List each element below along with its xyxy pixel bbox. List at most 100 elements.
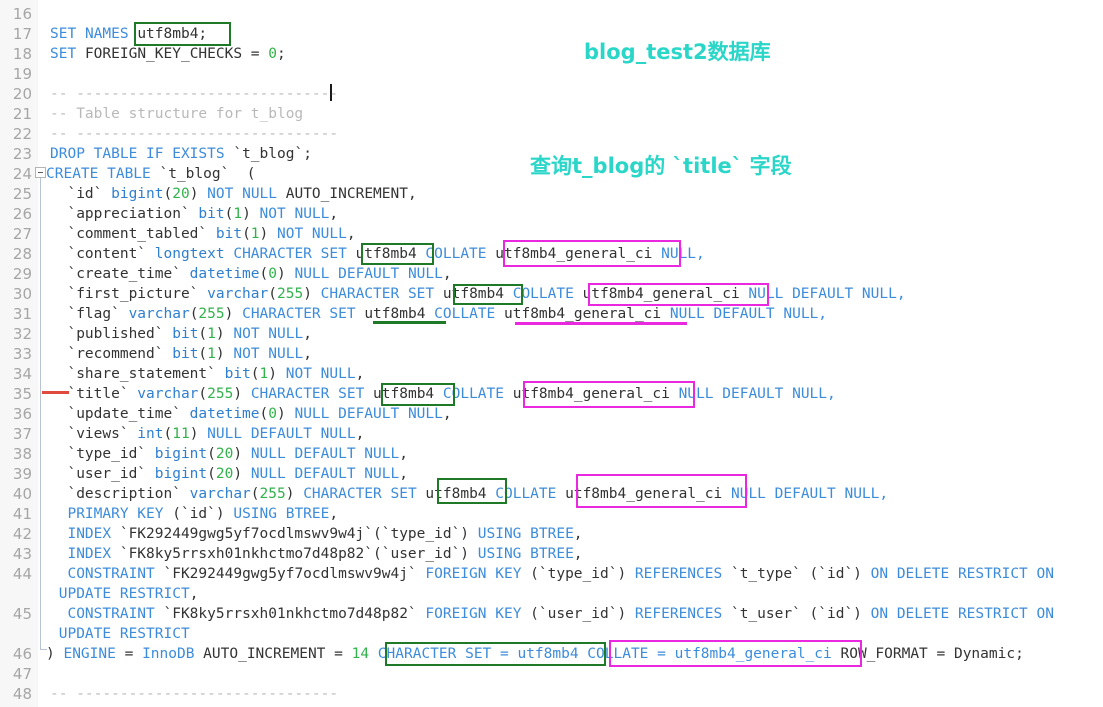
sql-editor[interactable]: 16 17 18 19 20 21 22 23 24 25 26 27 28 2… bbox=[0, 0, 1103, 707]
code-line-33[interactable]: `recommend` bit(1) NOT NULL, bbox=[50, 344, 312, 364]
line-number: 40 bbox=[12, 485, 32, 503]
sql-keyword: REFERENCES bbox=[634, 606, 723, 622]
sql-keyword: USING BTREE bbox=[477, 546, 574, 562]
code-line-37[interactable]: `views` int(11) NULL DEFAULT NULL, bbox=[50, 424, 364, 444]
column-type: longtext bbox=[146, 246, 225, 262]
sql-keyword: COLLATE bbox=[434, 386, 513, 402]
sql-keyword: ON DELETE RESTRICT ON bbox=[870, 566, 1054, 582]
code-line-44-wrap[interactable]: UPDATE RESTRICT, bbox=[50, 584, 199, 604]
charset-value: utf8mb4; bbox=[137, 26, 208, 42]
sql-keyword: USING BTREE bbox=[233, 506, 330, 522]
code-line-36[interactable]: `update_time` datetime(0) NULL DEFAULT N… bbox=[50, 404, 451, 424]
code-text: , bbox=[442, 266, 452, 282]
code-line-38[interactable]: `type_id` bigint(20) NULL DEFAULT NULL, bbox=[50, 444, 408, 464]
code-text: , bbox=[399, 446, 408, 462]
code-text: , bbox=[355, 366, 365, 382]
code-line-26[interactable]: `appreciation` bit(1) NOT NULL, bbox=[50, 204, 338, 224]
code-line-48[interactable]: -- ------------------------------ bbox=[50, 684, 338, 704]
punctuation: ( bbox=[242, 226, 251, 242]
column-type: bit bbox=[207, 226, 243, 242]
code-line-32[interactable]: `published` bit(1) NOT NULL, bbox=[50, 324, 311, 344]
punctuation: ( bbox=[207, 446, 216, 462]
numeric-literal: 20 bbox=[172, 186, 190, 202]
code-line-34[interactable]: `share_statement` bit(1) NOT NULL, bbox=[50, 364, 364, 384]
numeric-literal: 0 bbox=[268, 46, 278, 62]
column-type: bigint bbox=[146, 466, 208, 482]
sql-keyword: COLLATE bbox=[416, 246, 496, 262]
code-line-24[interactable]: CREATE TABLE `t_blog` ( bbox=[46, 164, 256, 184]
code-text: AUTO_INCREMENT, bbox=[277, 186, 417, 202]
code-line-31[interactable]: `flag` varchar(255) CHARACTER SET utf8mb… bbox=[50, 304, 827, 324]
code-text: , bbox=[303, 346, 312, 362]
line-number: 39 bbox=[12, 465, 32, 483]
code-line-17[interactable]: SET NAMES utf8mb4; bbox=[50, 24, 207, 44]
sql-keyword: NULL DEFAULT NULL, bbox=[739, 286, 906, 302]
sql-keyword: NULL DEFAULT NULL bbox=[294, 266, 443, 282]
code-line-29[interactable]: `create_time` datetime(0) NULL DEFAULT N… bbox=[50, 264, 452, 284]
collation-value: utf8mb4_general_ci bbox=[582, 286, 740, 302]
punctuation: ) bbox=[189, 426, 208, 442]
numeric-literal: 20 bbox=[215, 446, 234, 462]
sql-keyword: CHARACTER SET bbox=[320, 286, 443, 302]
numeric-literal: 1 bbox=[233, 206, 243, 222]
code-line-35[interactable]: `title` varchar(255) CHARACTER SET utf8m… bbox=[50, 384, 836, 404]
column-identifier: `create_time` bbox=[50, 266, 181, 282]
sql-keyword: NULL DEFAULT NULL bbox=[250, 466, 400, 482]
line-number: 29 bbox=[12, 265, 32, 283]
line-number: 36 bbox=[12, 405, 32, 423]
code-fold-guide bbox=[40, 178, 41, 650]
punctuation: ) bbox=[215, 326, 234, 342]
code-text: , bbox=[346, 226, 356, 242]
sql-keyword: DROP TABLE IF EXISTS bbox=[50, 146, 225, 162]
code-line-42[interactable]: INDEX `FK292449gwg5yf7ocdlmswv9w4j`(`typ… bbox=[50, 524, 582, 544]
charset-value: utf8mb4 bbox=[364, 306, 426, 322]
code-line-25[interactable]: `id` bigint(20) NOT NULL AUTO_INCREMENT, bbox=[50, 184, 417, 204]
sql-keyword: INDEX bbox=[50, 546, 112, 562]
punctuation: ( bbox=[268, 286, 277, 302]
punctuation: ) bbox=[285, 486, 304, 502]
code-line-21[interactable]: -- Table structure for t_blog bbox=[50, 104, 303, 124]
sql-keyword: NOT NULL bbox=[207, 186, 278, 202]
code-line-43[interactable]: INDEX `FK8ky5rrsxh01nkhctmo7d48p82`(`use… bbox=[50, 544, 582, 564]
sql-keyword: PRIMARY KEY bbox=[50, 506, 164, 522]
line-number: 46 bbox=[12, 645, 32, 663]
punctuation: ) bbox=[277, 406, 295, 422]
code-line-46[interactable]: ) ENGINE = InnoDB AUTO_INCREMENT = 14 CH… bbox=[46, 644, 1024, 664]
sql-keyword: NULL DEFAULT NULL, bbox=[669, 386, 836, 402]
code-fold-toggle-icon[interactable] bbox=[35, 167, 46, 178]
sql-keyword: NOT NULL bbox=[233, 326, 304, 342]
column-identifier: `update_time` bbox=[50, 406, 181, 422]
code-line-39[interactable]: `user_id` bigint(20) NULL DEFAULT NULL, bbox=[50, 464, 408, 484]
line-number: 44 bbox=[12, 565, 32, 583]
code-line-45-wrap[interactable]: UPDATE RESTRICT bbox=[50, 624, 190, 644]
code-line-23[interactable]: DROP TABLE IF EXISTS `t_blog`; bbox=[50, 144, 312, 164]
code-line-44[interactable]: CONSTRAINT `FK292449gwg5yf7ocdlmswv9w4j`… bbox=[50, 564, 1054, 584]
line-number: 30 bbox=[12, 285, 32, 303]
code-line-41[interactable]: PRIMARY KEY (`id`) USING BTREE, bbox=[50, 504, 338, 524]
numeric-literal: 0 bbox=[268, 406, 277, 422]
sql-keyword: SET bbox=[50, 26, 77, 42]
code-line-45[interactable]: CONSTRAINT `FK8ky5rrsxh01nkhctmo7d48p82`… bbox=[50, 604, 1054, 624]
sql-keyword: SET bbox=[50, 46, 77, 62]
line-number: 19 bbox=[12, 65, 32, 83]
code-line-30[interactable]: `first_picture` varchar(255) CHARACTER S… bbox=[50, 284, 906, 304]
sql-keyword: CREATE TABLE bbox=[46, 166, 151, 182]
column-type: varchar bbox=[180, 486, 251, 502]
code-line-20[interactable]: -- ------------------------------ bbox=[50, 84, 338, 104]
code-line-28[interactable]: `content` longtext CHARACTER SET utf8mb4… bbox=[50, 244, 704, 264]
code-line-27[interactable]: `comment_tabled` bit(1) NOT NULL, bbox=[50, 224, 356, 244]
line-number: 38 bbox=[12, 445, 32, 463]
code-line-40[interactable]: `description` varchar(255) CHARACTER SET… bbox=[50, 484, 888, 504]
line-number: 24 bbox=[12, 165, 32, 183]
code-line-22[interactable]: -- ------------------------------ bbox=[50, 124, 338, 144]
punctuation: ; bbox=[303, 146, 312, 162]
charset-clause: CHARACTER SET = utf8mb4 bbox=[369, 646, 579, 662]
column-type: datetime bbox=[180, 406, 260, 422]
charset-value: utf8mb4 bbox=[355, 246, 417, 262]
punctuation: ) bbox=[259, 226, 277, 242]
sql-keyword: CHARACTER SET bbox=[224, 246, 356, 262]
sql-keyword: USING BTREE bbox=[477, 526, 574, 542]
column-identifier: `share_statement` bbox=[50, 366, 216, 382]
numeric-literal: 1 bbox=[250, 226, 260, 242]
code-line-18[interactable]: SET FOREIGN_KEY_CHECKS = 0; bbox=[50, 44, 286, 64]
